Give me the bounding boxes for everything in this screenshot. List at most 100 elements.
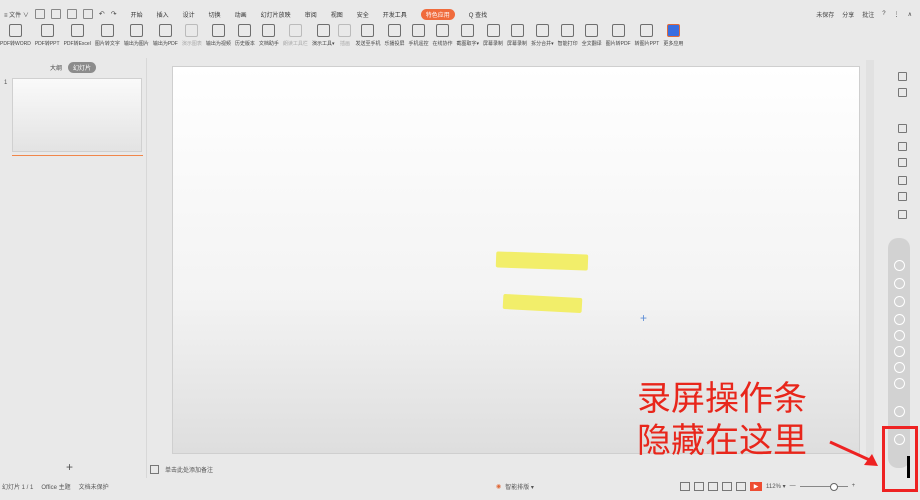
ribbon-button[interactable]: 在线协作 [433,24,453,47]
zoom-out-button[interactable]: — [790,483,796,489]
ribbon-button[interactable]: 发送至手机 [355,24,380,47]
ribbon-button[interactable]: 截图取字▾ [457,24,479,47]
chart-icon[interactable] [898,142,907,151]
file-menu[interactable]: ≡ 文件 ∨ [4,10,29,19]
ribbon-button[interactable]: 输出为视频 [206,24,231,47]
tab-4[interactable]: 动画 [235,10,247,19]
tab-2[interactable]: 设计 [183,10,195,19]
settings-icon[interactable] [894,406,905,417]
ribbon-button[interactable]: 智能打印 [558,24,578,47]
help-button[interactable]: ? [882,11,885,17]
tab-outline[interactable]: 大纲 [50,63,62,72]
output-pdf-icon[interactable] [50,9,61,19]
theme-name: Office 主题 [41,484,71,491]
comment-button[interactable]: 批注 [862,10,874,19]
home-icon[interactable] [898,72,907,81]
unsaved-status[interactable]: 未保存 [816,10,834,19]
copy-icon[interactable] [898,88,907,97]
ribbon-button[interactable]: PDF转Excel [64,24,91,47]
tab-0[interactable]: 开始 [131,10,143,19]
tab-11[interactable]: Q 查找 [469,10,487,19]
share-button[interactable]: 分享 [842,10,854,19]
ribbon-icon [510,24,524,37]
ribbon-icon [40,24,54,37]
callout-text: 录屏操作条 隐藏在这里 [637,378,807,462]
image-icon[interactable] [898,210,907,219]
highlighter-icon[interactable] [894,296,905,307]
tab-3[interactable]: 切换 [209,10,221,19]
line-icon[interactable] [894,314,905,325]
ribbon-button[interactable]: PDF转PPT [35,24,60,47]
play-slideshow-button[interactable]: ▶ [750,481,762,491]
notes-toggle-icon[interactable] [680,481,690,491]
ribbon-icon [316,24,330,37]
tab-7[interactable]: 视图 [331,10,343,19]
ribbon-button[interactable]: 屏幕录制 [483,24,503,47]
ribbon-button[interactable]: 输出为图片 [124,24,149,47]
tab-8[interactable]: 安全 [357,10,369,19]
ribbon-button[interactable]: 文档助手 [259,24,279,47]
zoom-slider-knob[interactable] [829,482,838,491]
ribbon-button[interactable]: 输出为PDF [153,24,178,47]
sorter-view-icon[interactable] [708,481,718,491]
animation-icon[interactable] [898,158,907,167]
highlight-stroke [495,251,589,271]
eraser-icon[interactable] [894,378,905,389]
callout-arrow [829,440,878,466]
tab-1[interactable]: 插入 [157,10,169,19]
ribbon-button[interactable]: 图片转文字 [95,24,120,47]
tab-10[interactable]: 特色应用 [420,8,455,20]
tab-6[interactable]: 审阅 [305,10,317,19]
marker-icon[interactable] [894,278,905,289]
ribbon-label: PDF转WORD [0,41,31,47]
rectangle-icon[interactable] [894,330,905,341]
pen-icon[interactable] [894,260,905,271]
ellipse-icon[interactable] [894,346,905,357]
format-icon[interactable] [898,124,907,133]
ribbon-button[interactable]: 全文翻译 [582,24,602,47]
document-icon[interactable] [898,176,907,185]
doc-protect-status[interactable]: 文档未保护 [79,482,109,491]
reading-view-icon[interactable] [722,481,732,491]
ribbon-button[interactable]: 转图片PPT [635,24,659,47]
ribbon-button[interactable]: 手机遥控 [408,24,429,47]
ribbon-button[interactable]: 演示工具▾ [312,24,334,47]
undo-icon[interactable]: ↶ [99,10,105,18]
more-button[interactable]: ⋮ [894,11,900,18]
ribbon-button[interactable]: PDF转WORD [0,24,31,47]
ribbon-button[interactable]: 插画 [338,24,352,47]
ribbon-button[interactable]: 更多应用 [663,24,683,47]
redo-icon[interactable]: ↷ [111,10,117,18]
add-slide-button[interactable]: + [66,460,73,474]
recording-handle[interactable] [907,456,910,478]
zoom-in-button[interactable]: + [852,483,856,489]
smart-layout-icon: ◉ [496,483,502,490]
tab-5[interactable]: 幻灯片放映 [261,10,291,19]
crosshair-cursor: + [640,311,648,325]
ribbon-icon [288,24,302,37]
print-icon[interactable] [66,9,77,19]
smart-layout-button[interactable]: 智能排版 ▾ [505,482,534,491]
ribbon-button[interactable]: 屏幕录制 [507,24,527,47]
normal-view-icon[interactable] [694,481,704,491]
ribbon-button[interactable]: 朗读工具栏 [283,24,308,47]
ribbon-button[interactable]: 乐播投屏 [384,24,404,47]
edit-icon[interactable] [898,192,907,201]
print-preview-icon[interactable] [82,9,93,19]
color-icon[interactable] [894,362,905,373]
tab-slides[interactable]: 幻灯片 [68,62,97,73]
zoom-level[interactable]: 112% ▾ [766,483,786,490]
collapse-ribbon-button[interactable]: ∧ [908,11,912,18]
ribbon-button[interactable]: 历史版本 [235,24,255,47]
notes-area[interactable]: 单击此处添加备注 [146,463,878,475]
zoom-slider[interactable] [799,482,848,491]
save-icon[interactable] [34,9,45,19]
tab-9[interactable]: 开发工具 [383,10,407,19]
ribbon-button[interactable]: 图片转PDF [606,24,631,47]
ribbon-button[interactable]: 演示图表 [182,24,202,47]
ribbon-label: 全文翻译 [581,41,602,47]
outline-view-icon[interactable] [736,481,746,491]
slide-thumbnail[interactable] [12,78,142,152]
vertical-scrollbar[interactable] [866,60,874,458]
ribbon-button[interactable]: 拆分合并▾ [531,24,554,47]
